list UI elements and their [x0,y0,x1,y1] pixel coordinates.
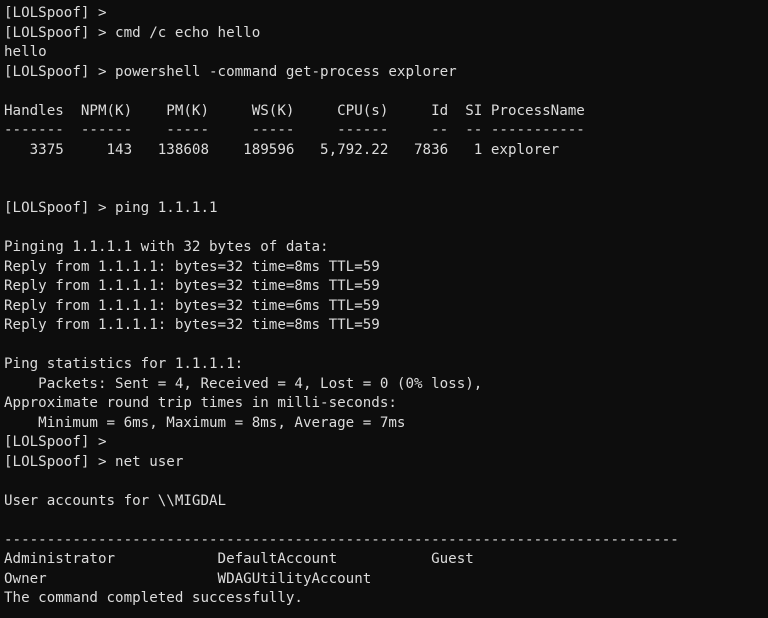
terminal-line: Packets: Sent = 4, Received = 4, Lost = … [4,375,483,392]
terminal-line: Administrator DefaultAccount Guest [4,551,474,567]
terminal-line: Reply from 1.1.1.1: bytes=32 time=8ms TT… [4,258,380,275]
terminal-line: Reply from 1.1.1.1: bytes=32 time=8ms TT… [4,317,380,333]
terminal-line: ----------------------------------------… [4,531,679,548]
terminal-line: Minimum = 6ms, Maximum = 8ms, Average = … [4,414,406,431]
terminal-line: User accounts for \\MIGDAL [4,492,227,509]
terminal-line: Owner WDAGUtilityAccount [4,570,372,587]
terminal-line: ------- ------ ----- ----- ------ -- -- … [4,122,585,138]
terminal-line: Pinging 1.1.1.1 with 32 bytes of data: [4,239,329,255]
terminal-console[interactable]: [LOLSpoof] > [LOLSpoof] > cmd /c echo he… [0,0,768,618]
terminal-line: [LOLSpoof] > [4,5,116,21]
terminal-line: Handles NPM(K) PM(K) WS(K) CPU(s) Id SI … [4,102,585,119]
terminal-line: Approximate round trip times in milli-se… [4,395,397,411]
terminal-line: [LOLSpoof] > ping 1.1.1.1 [4,200,218,216]
terminal-line: [LOLSpoof] > powershell -command get-pro… [4,63,457,80]
terminal-line: Ping statistics for 1.1.1.1: [4,356,244,372]
terminal-line: hello [4,44,47,60]
terminal-line: [LOLSpoof] > cmd /c echo hello [4,24,261,41]
terminal-line: [LOLSpoof] > [4,434,116,450]
terminal-line: [LOLSpoof] > net user [4,453,184,470]
terminal-line: Reply from 1.1.1.1: bytes=32 time=6ms TT… [4,297,380,314]
terminal-line: The command completed successfully. [4,590,303,606]
terminal-line: 3375 143 138608 189596 5,792.22 7836 1 e… [4,141,560,158]
terminal-line: Reply from 1.1.1.1: bytes=32 time=8ms TT… [4,278,380,294]
